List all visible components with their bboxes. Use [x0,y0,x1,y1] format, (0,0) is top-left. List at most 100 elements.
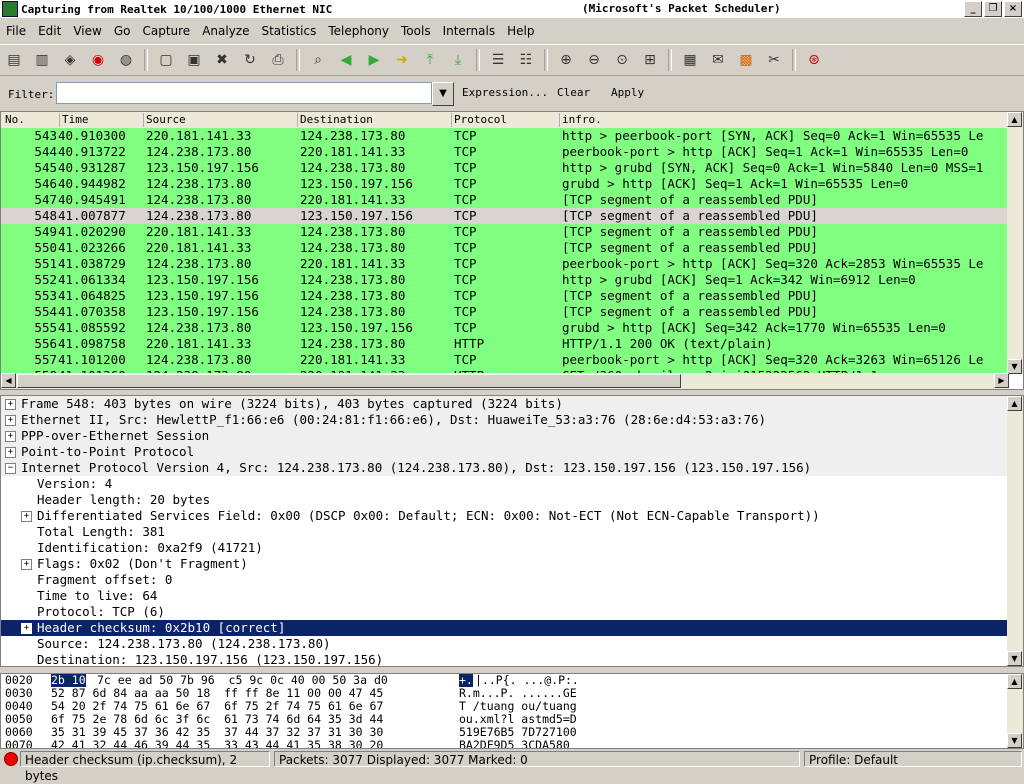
menu-telephony[interactable]: Telephony [322,24,395,38]
packet-row[interactable]: 546 40.944982 124.238.173.80 123.150.197.15… [1,176,1009,192]
status-profile[interactable]: Profile: Default [804,751,1022,767]
detail-tree-item[interactable]: Time to live: 64 [1,588,1023,604]
menu-view[interactable]: View [67,24,107,38]
packet-row[interactable]: 548 41.007877 124.238.173.80 123.150.197.15… [1,208,1009,224]
filter-input[interactable] [56,82,432,104]
restart-capture-icon[interactable]: ◍ [115,49,137,71]
expression-button[interactable]: Expression... [462,86,548,99]
stop-capture-icon[interactable]: ◉ [87,49,109,71]
expand-icon[interactable]: + [21,559,32,570]
scroll-left-button[interactable]: ◀ [1,373,16,388]
preferences-icon[interactable]: ✂ [763,49,785,71]
hex-line[interactable]: 0070 42 41 32 44 46 39 44 35 33 43 44 41 … [1,739,1023,749]
scroll-down-button[interactable]: ▼ [1007,359,1022,374]
column-header-source[interactable]: Source [143,113,186,127]
detail-tree-item[interactable]: + PPP-over-Ethernet Session [1,428,1023,444]
go-back-icon[interactable]: ◀ [335,49,357,71]
collapse-icon[interactable]: − [5,463,16,474]
detail-tree-item[interactable]: Source: 124.238.173.80 (124.238.173.80) [1,636,1023,652]
packet-row[interactable]: 555 41.085592 124.238.173.80 123.150.197.15… [1,320,1009,336]
help-icon[interactable]: ⊛ [803,49,825,71]
menu-tools[interactable]: Tools [395,24,437,38]
detail-tree-item[interactable]: Identification: 0xa2f9 (41721) [1,540,1023,556]
save-file-icon[interactable]: ▣ [183,49,205,71]
details-vscrollbar[interactable]: ▲ ▼ [1007,396,1023,666]
go-forward-icon[interactable]: ▶ [363,49,385,71]
menu-go[interactable]: Go [108,24,137,38]
expand-icon[interactable]: + [5,447,16,458]
expand-icon[interactable]: + [5,431,16,442]
detail-tree-item[interactable]: Total Length: 381 [1,524,1023,540]
detail-tree-item[interactable]: + Differentiated Services Field: 0x00 (DS… [1,508,1023,524]
detail-tree-item[interactable]: Destination: 123.150.197.156 (123.150.19… [1,652,1023,666]
expand-icon[interactable]: + [21,511,32,522]
colorize-icon[interactable]: ☰ [487,49,509,71]
clear-button[interactable]: Clear [557,86,590,99]
interface-list-icon[interactable]: ▤ [3,49,25,71]
packet-row[interactable]: 547 40.945491 124.238.173.80 220.181.141.33… [1,192,1009,208]
detail-tree-item[interactable]: Version: 4 [1,476,1023,492]
display-filters-icon[interactable]: ✉ [707,49,729,71]
go-to-packet-icon[interactable]: ➜ [391,49,413,71]
detail-tree-item[interactable]: Header length: 20 bytes [1,492,1023,508]
last-packet-icon[interactable]: ⤓ [447,49,469,71]
detail-tree-item[interactable]: + Flags: 0x02 (Don't Fragment) [1,556,1023,572]
menu-edit[interactable]: Edit [32,24,67,38]
scroll-down-button[interactable]: ▼ [1007,651,1022,666]
packet-row[interactable]: 545 40.931287 123.150.197.156 124.238.173.8… [1,160,1009,176]
packet-row[interactable]: 543 40.910300 220.181.141.33 124.238.173.80… [1,128,1009,144]
detail-tree-item[interactable]: + Frame 548: 403 bytes on wire (3224 bits… [1,396,1023,412]
reload-icon[interactable]: ↻ [239,49,261,71]
packet-row[interactable]: 556 41.098758 220.181.141.33 124.238.173.80… [1,336,1009,352]
zoom-in-icon[interactable]: ⊕ [555,49,577,71]
capture-filters-icon[interactable]: ▦ [679,49,701,71]
minimize-button[interactable]: _ [964,1,982,17]
scroll-up-button[interactable]: ▲ [1007,112,1022,127]
find-packet-icon[interactable]: ⌕ [307,49,329,71]
normal-size-icon[interactable]: ⊙ [611,49,633,71]
menu-analyze[interactable]: Analyze [196,24,255,38]
packet-row[interactable]: 552 41.061334 123.150.197.156 124.238.173.8… [1,272,1009,288]
column-header-info[interactable]: infro. [559,113,602,127]
expert-info-icon[interactable] [4,752,18,766]
packet-row[interactable]: 554 41.070358 123.150.197.156 124.238.173.8… [1,304,1009,320]
detail-tree-item[interactable]: Protocol: TCP (6) [1,604,1023,620]
scroll-right-button[interactable]: ▶ [994,373,1009,388]
detail-tree-item[interactable]: Fragment offset: 0 [1,572,1023,588]
capture-options-icon[interactable]: ▥ [31,49,53,71]
packet-list-hscrollbar[interactable]: ◀ ▶ [1,373,1009,389]
expand-icon[interactable]: + [21,623,32,634]
open-file-icon[interactable]: ▢ [155,49,177,71]
menu-capture[interactable]: Capture [136,24,196,38]
packet-row[interactable]: 549 41.020290 220.181.141.33 124.238.173.80… [1,224,1009,240]
coloring-rules-icon[interactable]: ▩ [735,49,757,71]
detail-tree-item[interactable]: + Header checksum: 0x2b10 [correct] [1,620,1023,636]
column-header-time[interactable]: Time [59,113,89,127]
auto-scroll-icon[interactable]: ☷ [515,49,537,71]
scroll-down-button[interactable]: ▼ [1007,733,1022,748]
close-file-icon[interactable]: ✖ [211,49,233,71]
column-header-no[interactable]: No. [3,113,25,127]
detail-tree-item[interactable]: + Point-to-Point Protocol [1,444,1023,460]
hscroll-thumb[interactable] [17,374,681,388]
print-icon[interactable]: ⎙ [267,49,289,71]
zoom-out-icon[interactable]: ⊖ [583,49,605,71]
menu-file[interactable]: File [0,24,32,38]
packet-list-vscrollbar[interactable]: ▲ ▼ [1007,112,1023,374]
packet-row[interactable]: 557 41.101200 124.238.173.80 220.181.141.33… [1,352,1009,368]
resize-columns-icon[interactable]: ⊞ [639,49,661,71]
packet-row[interactable]: 551 41.038729 124.238.173.80 220.181.141.33… [1,256,1009,272]
menu-internals[interactable]: Internals [437,24,502,38]
packet-row[interactable]: 550 41.023266 220.181.141.33 124.238.173.80… [1,240,1009,256]
column-header-destination[interactable]: Destination [297,113,373,127]
start-capture-icon[interactable]: ◈ [59,49,81,71]
column-header-protocol[interactable]: Protocol [451,113,507,127]
close-button[interactable]: × [1004,1,1022,17]
packet-row[interactable]: 553 41.064825 123.150.197.156 124.238.173.8… [1,288,1009,304]
expand-icon[interactable]: + [5,415,16,426]
expand-icon[interactable]: + [5,399,16,410]
scroll-up-button[interactable]: ▲ [1007,674,1022,689]
first-packet-icon[interactable]: ⤒ [419,49,441,71]
scroll-up-button[interactable]: ▲ [1007,396,1022,411]
packet-row[interactable]: 544 40.913722 124.238.173.80 220.181.141.33… [1,144,1009,160]
